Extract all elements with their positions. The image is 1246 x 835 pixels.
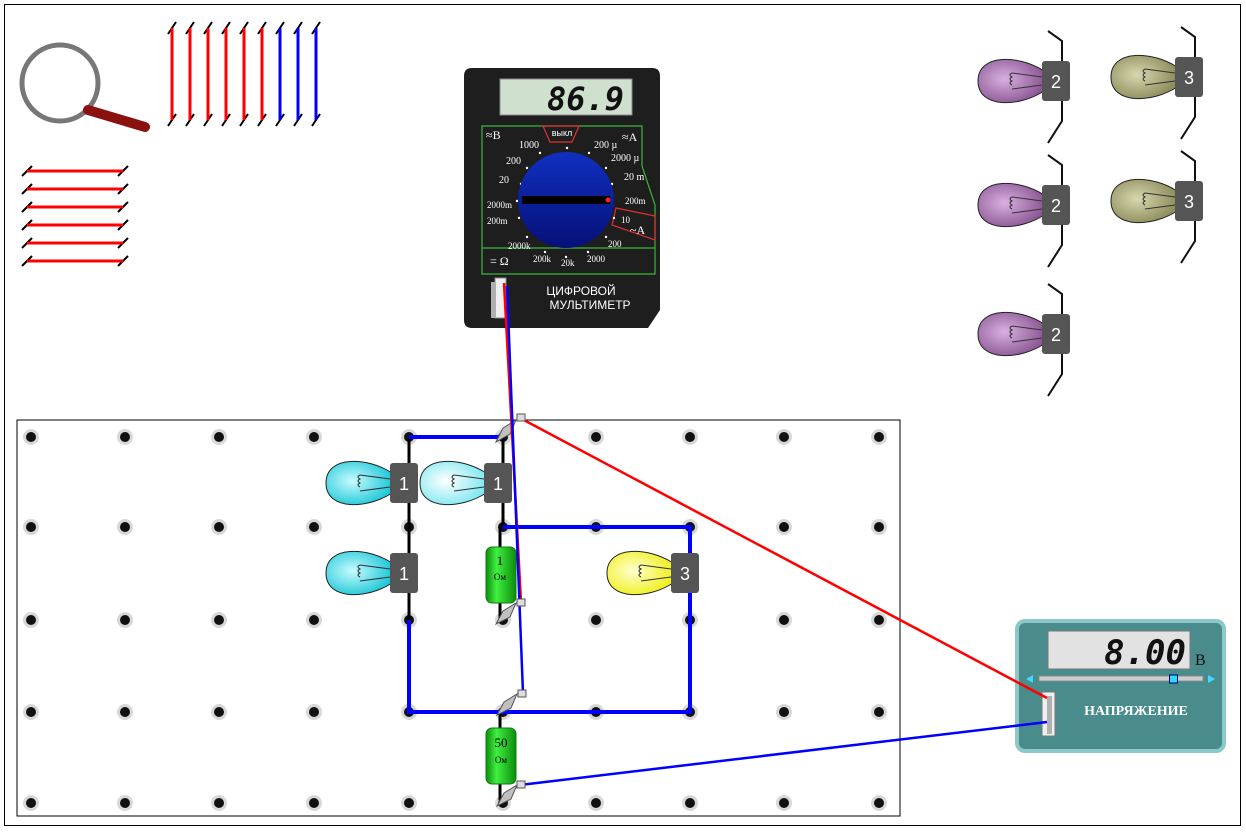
multimeter-display-value: 86.9	[547, 80, 624, 118]
resistor-1-unit: Ом	[494, 572, 506, 582]
scale-v2000m: 2000m	[487, 200, 512, 210]
board-bulb-1[interactable]: 1	[325, 461, 418, 505]
resistor-2-value: 50	[495, 735, 508, 750]
scale-v1000: 1000	[519, 140, 539, 151]
bulb-power-label: 3	[1184, 68, 1194, 88]
wire-supply-vertical[interactable]	[167, 21, 321, 127]
power-supply-label: НАПРЯЖЕНИЕ	[1084, 704, 1188, 719]
multimeter-off-label: выкл	[552, 128, 573, 138]
bulb-power-label: 2	[1051, 325, 1061, 345]
bulb-power-label: 1	[493, 474, 503, 494]
bulb-power-label: 2	[1051, 196, 1061, 216]
bulb-power-label: 1	[399, 564, 409, 584]
board-bulb-3[interactable]: 1	[325, 551, 418, 595]
scale-ac200: 200	[608, 239, 622, 249]
scale-v200m: 200m	[487, 216, 508, 226]
magnifier-icon[interactable]	[19, 42, 150, 132]
bulb-power-label: 2	[1051, 72, 1061, 92]
power-supply-unit: В	[1195, 652, 1206, 669]
bulb-power-label: 1	[399, 474, 409, 494]
multimeter-title-line2: МУЛЬТИМЕТР	[549, 298, 630, 312]
scale-r200k: 200k	[533, 254, 552, 264]
power-supply-display-value: 8.00	[1104, 633, 1186, 673]
power-supply[interactable]: 8.00 В НАПРЯЖЕНИЕ	[1015, 619, 1226, 753]
multimeter[interactable]: 86.9 выкл ≈B 1000 200 20 2000m 200m ≈A 2…	[464, 68, 660, 328]
board-bulb-4[interactable]: 3	[606, 551, 699, 595]
resistor-1-value: 1	[497, 553, 504, 568]
scale-v20: 20	[499, 175, 509, 186]
wire-supply-horizontal[interactable]	[21, 165, 129, 267]
power-supply-output-jack[interactable]	[1041, 691, 1056, 737]
board-bulb-2[interactable]: 1	[419, 461, 512, 505]
multimeter-title-line1: ЦИФРОВОЙ	[546, 283, 615, 298]
tray-bulb[interactable]: 3	[1110, 179, 1203, 223]
tray-bulb[interactable]: 2	[977, 183, 1070, 227]
multimeter-ohm-label: = Ω	[490, 254, 509, 268]
bulb-power-label: 3	[1184, 192, 1194, 212]
resistor-1-ohm[interactable]: 1 Ом	[485, 546, 517, 604]
scale-r20k: 20k	[561, 258, 575, 268]
scale-a200u: 200 µ	[594, 140, 618, 151]
slider-thumb[interactable]	[1169, 674, 1178, 684]
multimeter-dial[interactable]	[518, 152, 614, 248]
scale-a20m: 20 m	[624, 172, 645, 183]
multimeter-ac-current-label: ~A	[630, 223, 645, 237]
scale-a200m: 200m	[625, 196, 646, 206]
resistor-50-ohm[interactable]: 50 Ом	[485, 727, 517, 785]
resistor-2-unit: Ом	[495, 755, 507, 765]
scale-r2000k: 2000k	[508, 241, 531, 251]
tray-bulb[interactable]: 3	[1110, 55, 1203, 99]
tray-bulb[interactable]: 2	[977, 312, 1070, 356]
multimeter-dc-voltage-label: ≈B	[486, 128, 501, 142]
scale-v200: 200	[506, 156, 521, 167]
bulb-power-label: 3	[680, 564, 690, 584]
tray-bulb[interactable]: 2	[977, 59, 1070, 103]
multimeter-dc-current-label: ≈A	[622, 130, 638, 144]
scale-a2000u: 2000 µ	[611, 153, 640, 164]
scale-ac2000: 2000	[587, 254, 606, 264]
